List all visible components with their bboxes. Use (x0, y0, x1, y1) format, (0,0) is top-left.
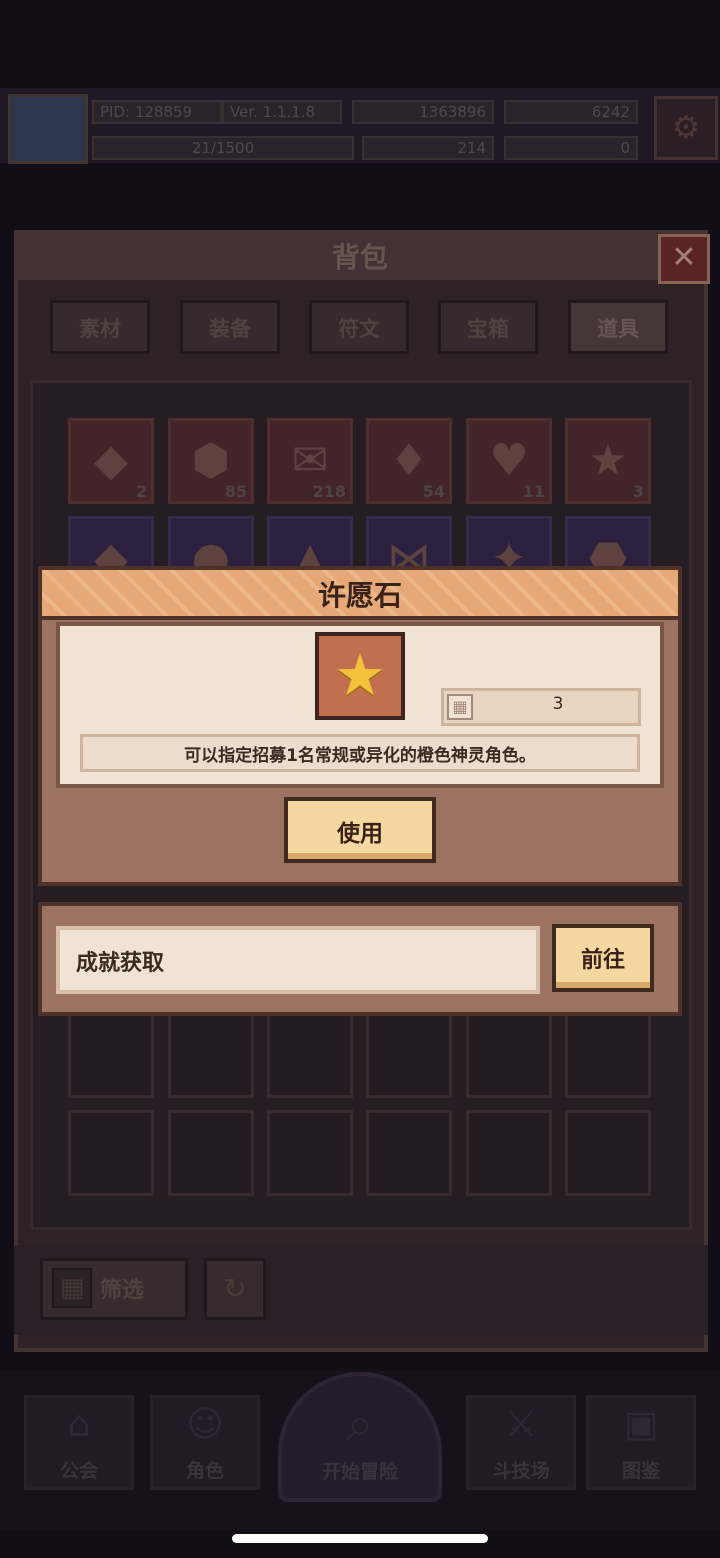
star-icon: ★ (334, 641, 386, 709)
home-indicator[interactable] (232, 1534, 488, 1543)
goto-button-label: 前往 (580, 948, 625, 973)
item-description: 可以指定招募1名常规或异化的橙色神灵角色。 (184, 746, 536, 766)
popup-title: 许愿石 (317, 579, 402, 612)
inventory-icon: ▦ (447, 694, 473, 720)
source-text: 成就获取 (76, 951, 165, 976)
use-button-label: 使用 (337, 821, 383, 847)
owned-count: 3 (552, 694, 564, 714)
